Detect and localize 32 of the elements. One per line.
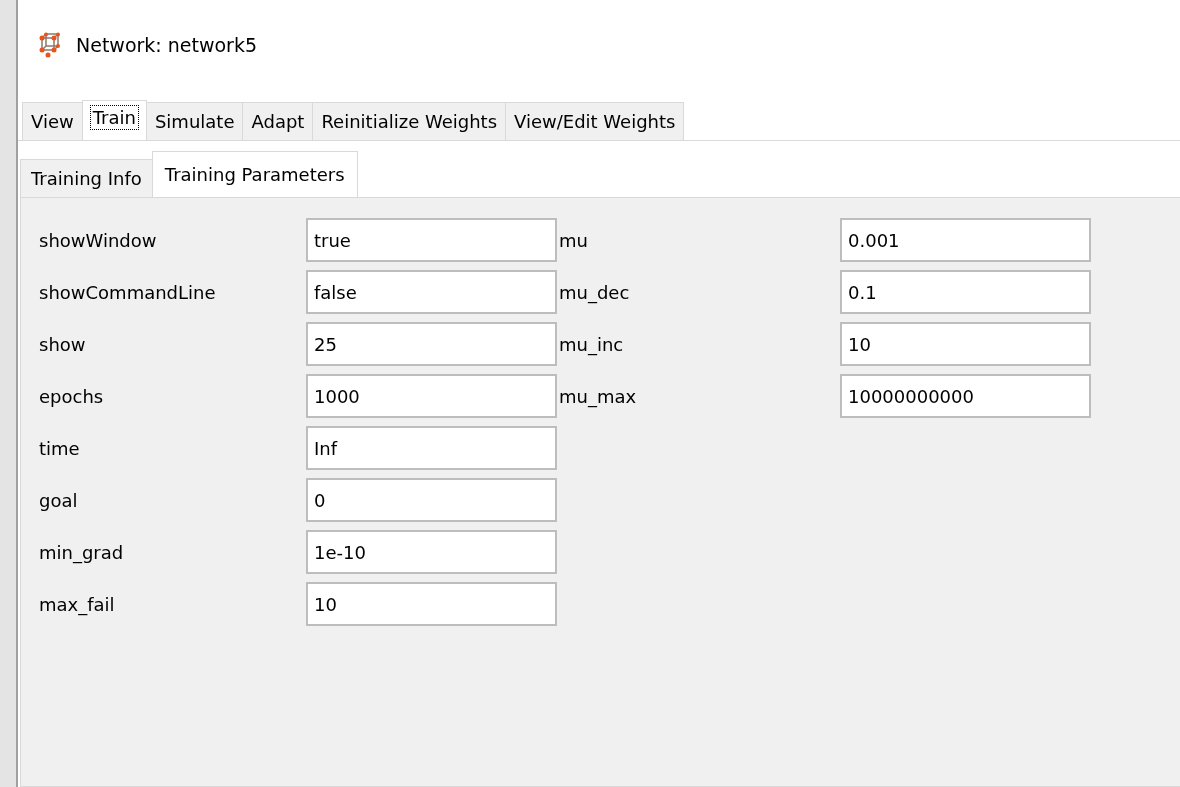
input-field[interactable]: 25 <box>306 322 557 366</box>
parameter-label: mu_inc <box>559 333 625 355</box>
parameter-label: mu <box>559 229 589 251</box>
parameter-label: showWindow <box>39 229 158 251</box>
window-title: Network: network5 <box>76 34 258 56</box>
tab[interactable]: Adapt <box>242 102 314 140</box>
parameter-label: mu_dec <box>559 281 631 303</box>
input-field[interactable]: 1e-10 <box>306 530 557 574</box>
input-field[interactable]: 10 <box>306 582 557 626</box>
parameter-label: min_grad <box>39 541 125 563</box>
parameter-label: time <box>39 437 81 459</box>
input-field[interactable]: 0 <box>306 478 557 522</box>
parameter-label: max_fail <box>39 593 116 615</box>
parameter-label: epochs <box>39 385 105 407</box>
input-field[interactable]: 1000 <box>306 374 557 418</box>
parameter-label: show <box>39 333 87 355</box>
tab[interactable]: Reinitialize Weights <box>312 102 506 140</box>
parameter-label: showCommandLine <box>39 281 217 303</box>
tab[interactable]: Training Parameters <box>151 151 358 197</box>
input-field[interactable]: false <box>306 270 557 314</box>
tab[interactable]: Training Info <box>20 159 153 197</box>
parameter-label: mu_max <box>559 385 638 407</box>
input-field[interactable]: 0.001 <box>840 218 1091 262</box>
tab[interactable]: Simulate <box>145 102 244 140</box>
tab[interactable]: View/Edit Weights <box>505 102 685 140</box>
input-field[interactable]: 0.1 <box>840 270 1091 314</box>
input-field[interactable]: 10 <box>840 322 1091 366</box>
input-field[interactable]: 10000000000 <box>840 374 1091 418</box>
input-field[interactable]: Inf <box>306 426 557 470</box>
parameter-label: goal <box>39 489 79 511</box>
input-field[interactable]: true <box>306 218 557 262</box>
tab[interactable]: View <box>22 102 83 140</box>
